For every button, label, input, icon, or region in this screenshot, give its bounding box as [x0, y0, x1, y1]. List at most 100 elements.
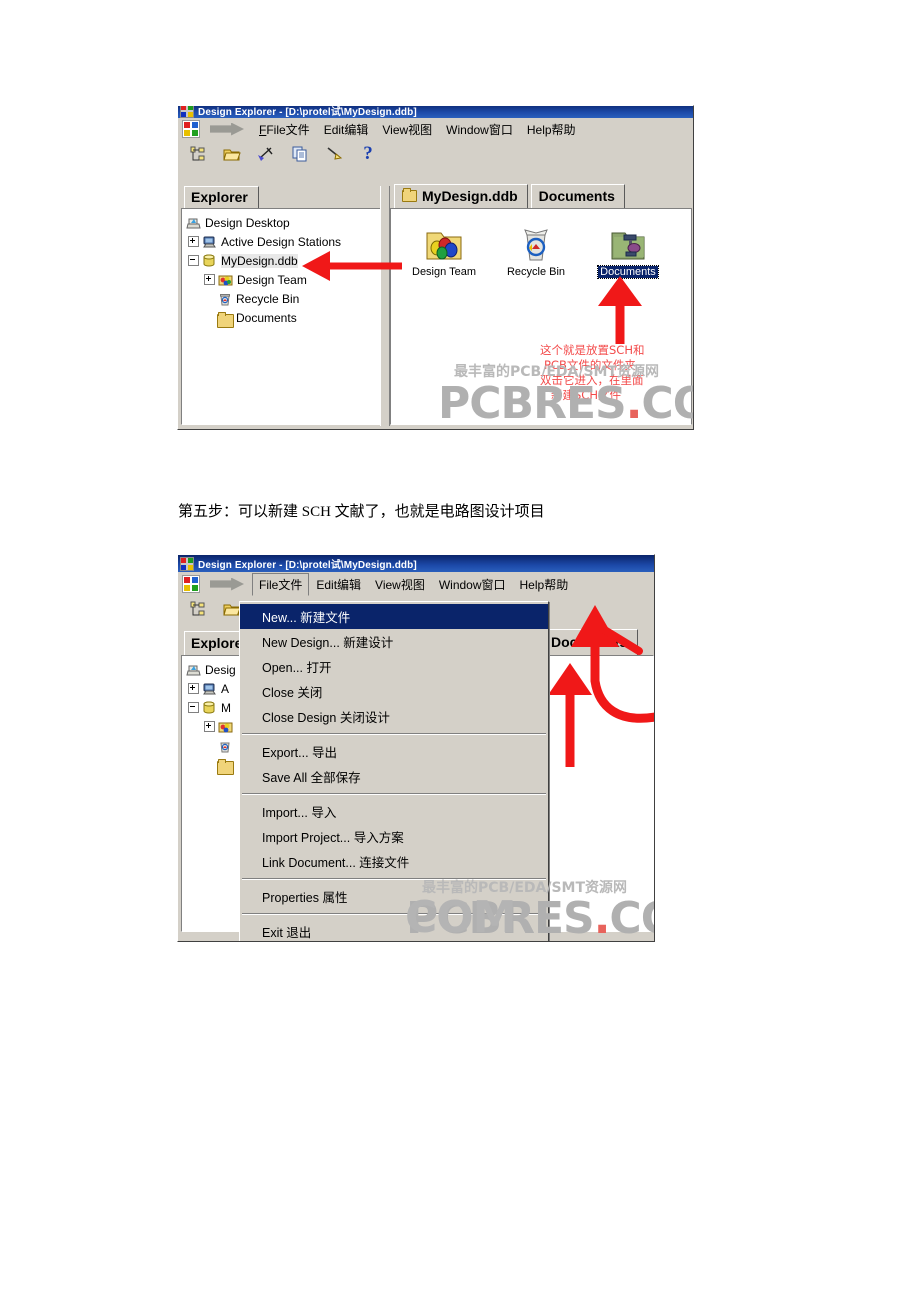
recycle-bin-icon — [217, 292, 233, 306]
documents-folder-icon — [589, 221, 667, 263]
copy-icon[interactable] — [290, 144, 310, 164]
menu-window[interactable]: Window窗口 — [439, 118, 520, 141]
titlebar: Design Explorer - [D:\protel试\MyDesign.d… — [178, 555, 654, 572]
recycle-bin-icon — [497, 221, 575, 263]
tab-label: Documents — [538, 188, 615, 204]
tree-item-design-team[interactable]: Design Team — [184, 270, 380, 289]
menu-view[interactable]: View视图 — [375, 118, 439, 141]
folder-item-label: Design Team — [412, 266, 476, 278]
desktop-icon — [186, 663, 202, 677]
app-logo-icon — [180, 106, 194, 118]
tree-expander-plus-icon[interactable] — [204, 721, 215, 732]
tab-explorer[interactable]: Explorer — [184, 186, 259, 208]
right-panel-tabstrip: MyDesign.ddb Documents — [390, 184, 693, 208]
design-tree: Design Desktop Active Design Stations My… — [182, 209, 380, 328]
tree-label: Design Team — [237, 272, 307, 287]
cut-icon[interactable] — [256, 144, 276, 164]
tree-item-mydesign-ddb[interactable]: MyDesign.ddb — [184, 251, 380, 270]
database-icon — [202, 254, 218, 268]
titlebar-text: Design Explorer - [D:\protel试\MyDesign.d… — [198, 560, 417, 571]
tree-expander-minus-icon[interactable] — [188, 702, 199, 713]
tab-explorer[interactable]: Explore — [184, 631, 248, 655]
help-question-icon[interactable]: ? — [358, 144, 378, 164]
tab-documents[interactable]: Documents — [542, 629, 639, 655]
menu-item-close-design[interactable]: Close Design 关闭设计 — [240, 704, 548, 729]
menu-item-close[interactable]: Close 关闭 — [240, 679, 548, 704]
menu-separator — [242, 733, 546, 735]
tree-panel: Design Desktop Active Design Stations My… — [181, 208, 381, 425]
menu-help[interactable]: Help帮助 — [513, 573, 576, 596]
menu-item-link-document[interactable]: Link Document... 连接文件 — [240, 849, 548, 874]
menu-item-open[interactable]: Open... 打开 — [240, 654, 548, 679]
menu-item-new-design[interactable]: New Design... 新建设计 — [240, 629, 548, 654]
folder-item-design-team[interactable]: Design Team — [405, 221, 483, 278]
database-icon — [202, 701, 218, 715]
left-panel-tabstrip: Explorer — [180, 186, 384, 208]
caption-step-5: 第五步：可以新建 SCH 文献了，也就是电路图设计项目 — [178, 504, 545, 520]
tree-item-recycle-bin[interactable]: Recycle Bin — [184, 289, 380, 308]
toolbar-drop-handle-icon[interactable] — [210, 122, 244, 136]
tree-item-active-design-stations[interactable]: Active Design Stations — [184, 232, 380, 251]
tree-label: Active Design Stations — [221, 234, 342, 249]
panel-splitter[interactable] — [380, 186, 390, 426]
tree-label: Design Desktop — [205, 215, 290, 230]
right-panel-tabstrip: Documents — [538, 629, 654, 655]
menu-file[interactable]: File文件 — [252, 572, 310, 596]
application-icon — [182, 120, 200, 138]
open-folder-icon[interactable] — [222, 144, 242, 164]
folder-item-documents[interactable]: Documents — [589, 221, 667, 279]
watermark-brand-dot: . — [593, 893, 611, 942]
tree-label: Recycle Bin — [236, 291, 300, 306]
toolbar-drop-handle-icon[interactable] — [210, 577, 244, 591]
menu-edit[interactable]: Edit编辑 — [317, 118, 376, 141]
tree-expander-plus-icon[interactable] — [188, 236, 199, 247]
tree-label: M — [221, 700, 231, 715]
paste-icon[interactable] — [324, 144, 344, 164]
tree-label: Documents — [236, 310, 297, 325]
tree-expander-plus-icon[interactable] — [204, 274, 215, 285]
design-team-icon — [405, 221, 483, 263]
menu-edit[interactable]: Edit编辑 — [309, 573, 368, 596]
app-logo-icon — [180, 556, 194, 571]
tree-item-design-desktop[interactable]: Design Desktop — [184, 213, 380, 232]
folder-item-label: Documents — [597, 265, 659, 279]
menu-help[interactable]: Help帮助 — [520, 118, 583, 141]
screenshot-1-window: Design Explorer - [D:\protel试\MyDesign.d… — [177, 105, 694, 430]
folder-icon — [402, 188, 417, 202]
menubar: FFile文件 Edit编辑 View视图 Window窗口 Help帮助 — [178, 118, 693, 140]
tree-label: Desig — [205, 662, 236, 677]
watermark-brand-dot: . — [625, 378, 643, 429]
tab-label: MyDesign.ddb — [422, 188, 518, 204]
desktop-icon — [186, 216, 202, 230]
tab-label: Documents — [551, 634, 628, 650]
tree-expander-minus-icon[interactable] — [188, 255, 199, 266]
titlebar-text: Design Explorer - [D:\protel试\MyDesign.d… — [198, 107, 417, 118]
menu-item-export[interactable]: Export... 导出 — [240, 739, 548, 764]
tree-label: MyDesign.ddb — [221, 253, 298, 268]
tree-label: A — [221, 681, 230, 696]
screenshot-2-window: Design Explorer - [D:\protel试\MyDesign.d… — [177, 554, 655, 942]
menu-item-save-all[interactable]: Save All 全部保存 — [240, 764, 548, 789]
application-icon — [182, 575, 200, 593]
folder-item-recycle-bin[interactable]: Recycle Bin — [497, 221, 575, 278]
titlebar: Design Explorer - [D:\protel试\MyDesign.d… — [178, 106, 693, 118]
menu-window[interactable]: Window窗口 — [432, 573, 513, 596]
tree-expander-plus-icon[interactable] — [188, 683, 199, 694]
watermark-brand-a: PCBRES — [438, 378, 627, 429]
tree-item-documents[interactable]: Documents — [184, 308, 380, 328]
computer-icon — [202, 682, 218, 696]
menu-separator — [242, 793, 546, 795]
menu-item-import-project[interactable]: Import Project... 导入方案 — [240, 824, 548, 849]
menu-item-import[interactable]: Import... 导入 — [240, 799, 548, 824]
tab-mydesign-ddb[interactable]: MyDesign.ddb — [394, 184, 528, 208]
hierarchy-icon[interactable] — [188, 599, 208, 619]
menu-item-new[interactable]: New... 新建文件 — [240, 604, 548, 629]
recycle-bin-icon — [217, 739, 233, 753]
hierarchy-icon[interactable] — [188, 144, 208, 164]
menu-view[interactable]: View视图 — [368, 573, 432, 596]
red-note-line-1: 这个就是放置SCH和 — [540, 343, 645, 357]
menu-file[interactable]: FFile文件 — [252, 118, 317, 141]
computer-icon — [202, 235, 218, 249]
tab-documents[interactable]: Documents — [530, 184, 625, 208]
folder-item-label: Recycle Bin — [506, 266, 566, 278]
